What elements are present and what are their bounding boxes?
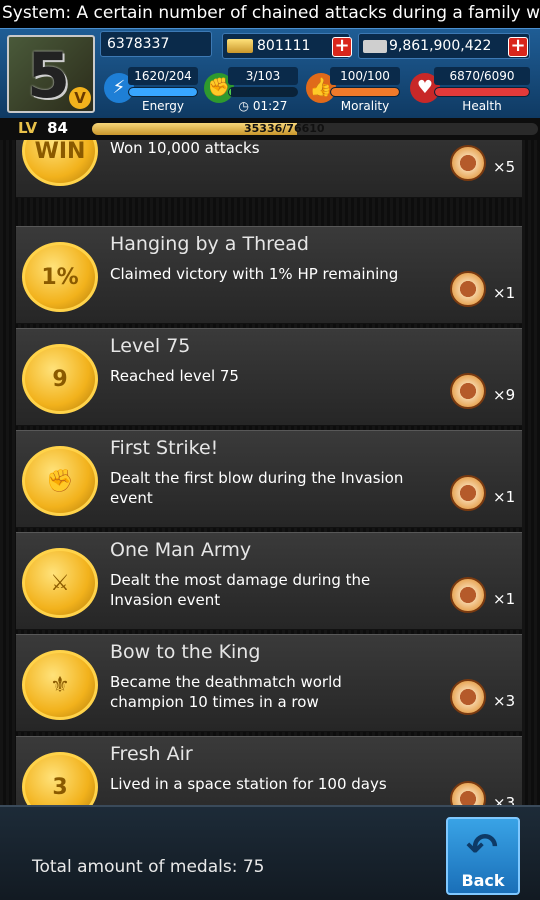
medal-title: Bow to the King bbox=[110, 641, 261, 663]
avatar-emblem: 5 bbox=[27, 39, 71, 112]
medal-item[interactable]: ✊ First Strike! Dealt the first blow durin… bbox=[16, 430, 522, 528]
medal-icon-glyph: 9 bbox=[52, 366, 68, 392]
back-label: Back bbox=[461, 871, 505, 890]
medal-count: ×3 bbox=[493, 794, 516, 805]
medal-reward-icon bbox=[450, 475, 486, 511]
win-icon: WIN bbox=[22, 140, 98, 186]
medal-count: ×1 bbox=[493, 590, 516, 608]
energy-bar-fill bbox=[129, 88, 197, 96]
medal-item[interactable]: ⚔ One Man Army Dealt the most damage durin… bbox=[16, 532, 522, 630]
gold-value: 801111 bbox=[257, 38, 311, 54]
medal-count: ×1 bbox=[493, 488, 516, 506]
health-bar-fill bbox=[435, 88, 529, 96]
medal-icon-glyph: 1% bbox=[41, 264, 79, 290]
health-value: 6870/6090 bbox=[434, 67, 530, 85]
status-hud: 5 V 6378337 801111 + 9,861,900,422 + ⚡ 1… bbox=[0, 28, 540, 118]
medal-description: Won 10,000 attacks bbox=[110, 140, 260, 157]
medal-title: One Man Army bbox=[110, 539, 252, 561]
medal-title: Fresh Air bbox=[110, 743, 193, 765]
bank-display: 9,861,900,422 bbox=[358, 33, 530, 59]
space-station-icon: 3 bbox=[22, 752, 98, 805]
gold-bars-icon bbox=[227, 39, 253, 53]
medal-count: ×5 bbox=[493, 158, 516, 176]
back-arrow-icon: ↶ bbox=[466, 825, 498, 869]
medal-title: Level 75 bbox=[110, 335, 191, 357]
total-medals: Total amount of medals: 75 bbox=[32, 857, 265, 877]
medal-list[interactable]: WINSomebody call 911Won 10,000 attacks×5… bbox=[0, 140, 540, 805]
king-crest-icon: ⚜ bbox=[22, 650, 98, 720]
medal-description: Dealt the most damage during the Invasio… bbox=[110, 571, 371, 609]
medal-icon-glyph: ⚔ bbox=[50, 570, 70, 596]
stamina-bar-fill bbox=[229, 88, 232, 96]
medal-reward-icon bbox=[450, 679, 486, 715]
level-indicator: LV 84 bbox=[18, 119, 68, 137]
energy-value: 1620/204 bbox=[128, 67, 198, 85]
medal-description: Dealt the first blow during the Invasion… bbox=[110, 469, 404, 507]
medal-count: ×1 bbox=[493, 284, 516, 302]
bank-value: 9,861,900,422 bbox=[389, 38, 492, 54]
medal-description: Claimed victory with 1% HP remaining bbox=[110, 265, 399, 283]
wings-nine-icon: 9 bbox=[22, 344, 98, 414]
morality-label: Morality bbox=[340, 99, 390, 113]
medal-item[interactable]: WINSomebody call 911Won 10,000 attacks×5 bbox=[16, 140, 522, 198]
morality-bar bbox=[330, 87, 400, 97]
medal-item[interactable]: 1% Hanging by a Thread Claimed victory wit… bbox=[16, 226, 522, 324]
stamina-value: 3/103 bbox=[228, 67, 298, 85]
medal-description: Lived in a space station for 100 days bbox=[110, 775, 387, 793]
back-button[interactable]: ↶ Back bbox=[446, 817, 520, 895]
cash-value: 6378337 bbox=[107, 36, 170, 52]
medal-icon-glyph: ✊ bbox=[46, 468, 74, 494]
health-label: Health bbox=[462, 99, 502, 113]
energy-label: Energy bbox=[141, 99, 184, 113]
cash-display: 6378337 bbox=[100, 31, 212, 57]
winged-sword-icon: ⚔ bbox=[22, 548, 98, 618]
medal-icon-glyph: WIN bbox=[34, 140, 86, 164]
medal-icon-glyph: 3 bbox=[52, 774, 68, 800]
medal-count: ×9 bbox=[493, 386, 516, 404]
medal-description: Became the deathmatch world champion 10 … bbox=[110, 673, 342, 711]
medal-count: ×3 bbox=[493, 692, 516, 710]
level-prefix: LV bbox=[18, 119, 38, 137]
energy-bar bbox=[128, 87, 198, 97]
avatar[interactable]: 5 V bbox=[7, 35, 95, 113]
medal-reward-icon bbox=[450, 373, 486, 409]
medal-description: Reached level 75 bbox=[110, 367, 239, 385]
buy-gold-button[interactable]: + bbox=[332, 37, 352, 57]
medal-reward-icon bbox=[450, 271, 486, 307]
clock-icon: ◷ bbox=[238, 99, 253, 113]
stamina-timer-text: 01:27 bbox=[252, 99, 288, 113]
morality-value: 100/100 bbox=[330, 67, 400, 85]
medal-reward-icon bbox=[450, 781, 486, 805]
morality-bar-fill bbox=[331, 88, 399, 96]
medal-item[interactable]: ⚜ Bow to the King Became the deathmatch wo… bbox=[16, 634, 522, 732]
medal-item[interactable]: 9 Level 75 Reached level 75 ×9 bbox=[16, 328, 522, 426]
fist-icon: ✊ bbox=[22, 446, 98, 516]
one-percent-icon: 1% bbox=[22, 242, 98, 312]
xp-text: 35336/76610 bbox=[244, 122, 325, 135]
health-bar bbox=[434, 87, 530, 97]
vip-badge: V bbox=[69, 87, 91, 109]
buy-bank-button[interactable]: + bbox=[508, 37, 528, 57]
footer: Total amount of medals: 75 ↶ Back bbox=[0, 805, 540, 900]
medal-title: Hanging by a Thread bbox=[110, 233, 309, 255]
banknote-icon bbox=[363, 40, 387, 53]
medal-title: First Strike! bbox=[110, 437, 219, 459]
system-ticker: System: A certain number of chained atta… bbox=[0, 0, 540, 28]
gold-display: 801111 bbox=[222, 33, 350, 59]
medal-reward-icon bbox=[450, 577, 486, 613]
medal-item[interactable]: 3 Fresh Air Lived in a space station for 1… bbox=[16, 736, 522, 805]
medal-icon-glyph: ⚜ bbox=[50, 672, 70, 698]
level-value: 84 bbox=[47, 119, 68, 137]
medal-reward-icon bbox=[450, 145, 486, 181]
stamina-timer: ◷ 01:27 bbox=[228, 97, 298, 115]
stamina-bar bbox=[228, 87, 298, 97]
